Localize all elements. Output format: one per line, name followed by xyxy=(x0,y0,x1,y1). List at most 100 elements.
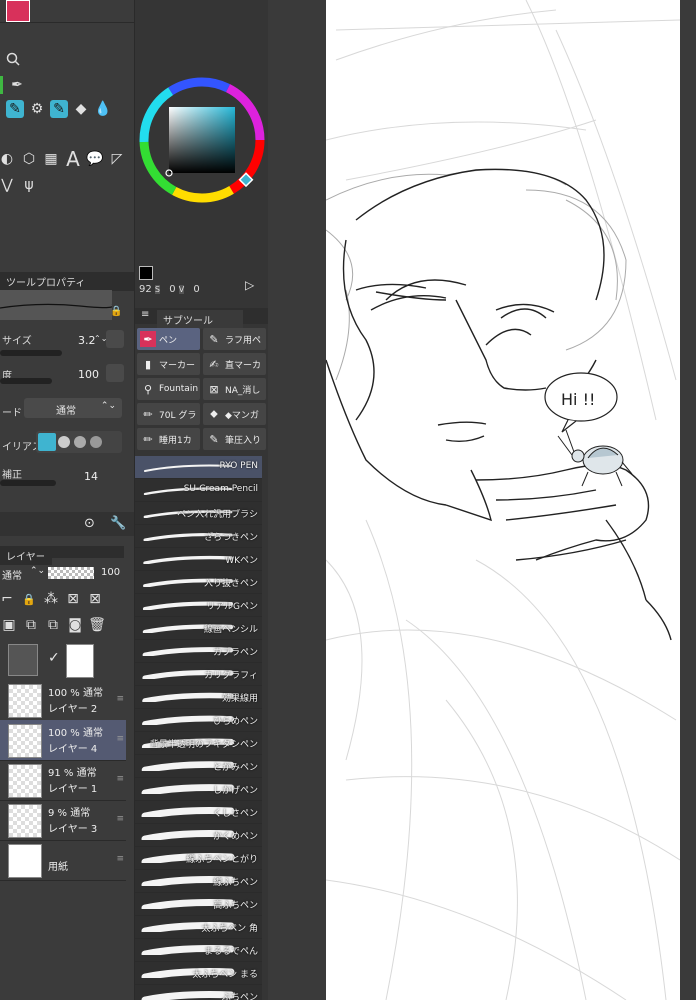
subtool-item[interactable]: ✏ 70L グラ xyxy=(137,403,200,425)
brush-item[interactable]: ひらめペン xyxy=(135,709,262,732)
brush-item[interactable]: まるるでペん xyxy=(135,939,262,962)
brush-name: 線ふちペン xyxy=(213,878,258,888)
top-color-swatch[interactable] xyxy=(6,0,30,22)
subtool-tab[interactable]: サブツール xyxy=(157,310,243,329)
brush-item[interactable]: ざらつきペン xyxy=(135,525,262,548)
gear-icon[interactable]: ⚙ xyxy=(28,100,46,118)
layer-border-icon[interactable]: ⊠ xyxy=(86,590,104,608)
brush-item[interactable]: RYO PEN xyxy=(135,456,262,479)
layer-row[interactable]: 用紙 ≡ xyxy=(0,840,126,881)
layer-drag-handle[interactable]: ≡ xyxy=(116,774,124,784)
brush-item[interactable]: かくめペン xyxy=(135,824,262,847)
size-value[interactable]: 3.2 xyxy=(78,334,96,347)
search-icon[interactable] xyxy=(4,50,22,68)
lock-icon[interactable]: 🔒 xyxy=(20,590,38,608)
subtool-item[interactable]: ✒ ペン xyxy=(137,328,200,350)
opacity-slider[interactable] xyxy=(0,378,52,384)
subtool-icon: ✍ xyxy=(209,357,219,371)
brush-item[interactable]: ぶちペン xyxy=(135,985,262,1000)
size-dropdown-button[interactable] xyxy=(106,330,124,348)
subtool-item[interactable]: ✎ 筆圧入り xyxy=(203,428,266,450)
brush-item[interactable]: 線ふちペンとがり xyxy=(135,847,262,870)
brush-item[interactable]: しかげペン xyxy=(135,778,262,801)
brush-icon[interactable]: ✒ xyxy=(8,76,26,94)
brush-item[interactable]: とがみペン xyxy=(135,755,262,778)
layer-ref-icon[interactable]: ⁂ xyxy=(42,590,60,608)
blend-mode-select[interactable]: 通常 ⌃⌄ xyxy=(24,398,122,418)
layer-opacity-slider[interactable] xyxy=(48,567,94,579)
pencil-tool-icon[interactable]: ✎ xyxy=(50,100,68,118)
layer-drag-handle[interactable]: ≡ xyxy=(116,734,124,744)
subtool-item[interactable]: ✎ ラフ用ペ xyxy=(203,328,266,350)
fill-icon[interactable]: ⋁ xyxy=(0,176,16,194)
layer-drag-handle[interactable]: ≡ xyxy=(116,814,124,824)
copy-layer-icon[interactable]: ⧉ xyxy=(44,616,62,634)
subtool-item[interactable]: ⬥ ◆マンガ xyxy=(203,403,266,425)
layer-row[interactable]: 100 % 通常 レイヤー 4 ≡ xyxy=(0,720,126,761)
brush-item[interactable]: カリグラフィ xyxy=(135,663,262,686)
opacity-button[interactable] xyxy=(106,364,124,382)
subtool-icon: ✒ xyxy=(140,331,156,347)
settings-dial-icon[interactable]: ⊙ xyxy=(84,516,95,531)
speech-bubble-icon[interactable]: 💬 xyxy=(86,150,104,168)
subtool-item[interactable]: ⚲ Fountain xyxy=(137,378,200,400)
trash-icon[interactable]: 🗑 xyxy=(88,616,106,634)
add-mask-icon[interactable]: ◙ xyxy=(66,616,84,634)
main-color-swatch[interactable] xyxy=(139,266,153,280)
brush-item[interactable]: 効果線用 xyxy=(135,686,262,709)
layer-drag-handle[interactable]: ≡ xyxy=(116,694,124,704)
stabilization-slider[interactable] xyxy=(0,480,56,486)
brush-item[interactable]: カブラペン xyxy=(135,640,262,663)
text-icon[interactable]: A xyxy=(64,147,82,171)
brush-item[interactable]: 入り抜きペン xyxy=(135,571,262,594)
polygon-icon[interactable]: ⬡ xyxy=(20,150,38,168)
lock-icon[interactable]: 🔒 xyxy=(110,306,122,317)
subtool-item[interactable]: ▮ マーカー xyxy=(137,353,200,375)
color-wheel[interactable] xyxy=(135,70,269,210)
brush-item[interactable]: 背景半透明のフキダシペン xyxy=(135,732,262,755)
layer-opacity-value[interactable]: 100 xyxy=(101,567,120,578)
layer-row[interactable]: 91 % 通常 レイヤー 1 ≡ xyxy=(0,760,126,801)
brush-item[interactable]: 高ふちペン xyxy=(135,893,262,916)
brush-item[interactable]: WKペン xyxy=(135,548,262,571)
drop-icon[interactable]: 💧 xyxy=(94,100,112,118)
antialias-options[interactable] xyxy=(36,431,122,453)
subtool-item[interactable]: ✍ 直マーカ xyxy=(203,353,266,375)
layer-name: レイヤー 2 xyxy=(48,704,98,715)
brush-preview xyxy=(0,290,114,320)
wrench-icon[interactable]: 🔧 xyxy=(110,516,126,531)
drawing-canvas[interactable]: Hi !! xyxy=(326,0,680,1000)
frame-icon[interactable]: ▦ xyxy=(42,150,60,168)
layer-row[interactable]: 100 % 通常 レイヤー 2 ≡ xyxy=(0,680,126,721)
brush-item[interactable]: くしさペン xyxy=(135,801,262,824)
brush-item[interactable]: リアルGペン xyxy=(135,594,262,617)
layer-mask-icon[interactable]: ⊠ xyxy=(64,590,82,608)
menu-icon[interactable]: ≡ xyxy=(141,309,149,320)
layer-clip-icon[interactable]: ⌐ xyxy=(0,590,16,608)
stabilization-value[interactable]: 14 xyxy=(84,470,98,483)
grass-icon[interactable]: ψ xyxy=(20,176,38,194)
brush-item[interactable]: 太ふちペン 角 xyxy=(135,916,262,939)
layer-row[interactable]: 9 % 通常 レイヤー 3 ≡ xyxy=(0,800,126,841)
brush-item[interactable]: ペン入れ汎用ブラシ xyxy=(135,502,262,525)
ruler-icon[interactable]: ◸ xyxy=(108,150,126,168)
play-icon[interactable]: ▷ xyxy=(245,278,254,292)
layer-blend-select[interactable]: 通常 ⌃⌄ xyxy=(0,563,45,583)
brush-item[interactable]: 太ふちペン まる xyxy=(135,962,262,985)
brush-item[interactable]: 線画ペンシル xyxy=(135,617,262,640)
tool-property-tab[interactable]: ツールプロパティ xyxy=(0,272,134,291)
brush-item[interactable]: 線ふちペン xyxy=(135,870,262,893)
eraser-icon[interactable]: ◆ xyxy=(72,100,90,118)
new-layer-icon[interactable]: ⧉ xyxy=(22,616,40,634)
opacity-value[interactable]: 100 xyxy=(78,368,99,381)
subtool-item[interactable]: ⊠ NA_消し xyxy=(203,378,266,400)
new-folder-icon[interactable]: ▣ xyxy=(0,616,18,634)
size-slider[interactable] xyxy=(0,350,62,356)
brush-item[interactable]: SU-Cream Pencil xyxy=(135,479,262,502)
layer-color-swatch[interactable] xyxy=(8,644,38,676)
subtool-item[interactable]: ✏ 睡用1カ xyxy=(137,428,200,450)
layer-drag-handle[interactable]: ≡ xyxy=(116,854,124,864)
pen-tool-icon[interactable]: ✎ xyxy=(6,100,24,118)
shape-icon[interactable]: ◐ xyxy=(0,150,16,168)
layer-white-swatch[interactable] xyxy=(66,644,94,678)
